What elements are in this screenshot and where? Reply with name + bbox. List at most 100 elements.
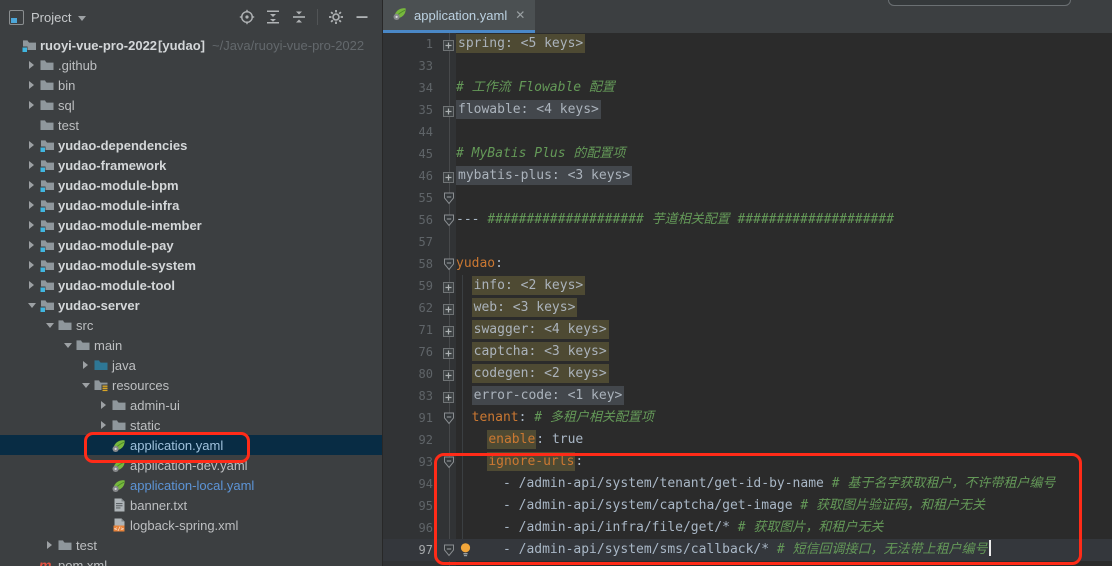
tab-application-yaml[interactable]: application.yaml ✕: [383, 0, 535, 33]
module-suffix: [yudao]: [158, 38, 205, 53]
close-icon[interactable]: ✕: [515, 8, 525, 22]
tree-row-logback-spring.xml[interactable]: </>logback-spring.xml: [0, 515, 382, 535]
tree-row-application-local.yaml[interactable]: application-local.yaml: [0, 475, 382, 495]
tree-row-yudao-module-pay[interactable]: yudao-module-pay: [0, 235, 382, 255]
code-line-34[interactable]: 34# 工作流 Flowable 配置: [383, 77, 1112, 99]
code-token: web: <3 keys>: [472, 298, 578, 317]
locate-icon[interactable]: [237, 7, 257, 27]
chevron-down-icon[interactable]: [78, 383, 93, 388]
code-line-91[interactable]: 91 tenant: # 多租户相关配置项: [383, 407, 1112, 429]
folder-icon: [39, 117, 57, 133]
tree-row-pom.xml[interactable]: mpom.xml: [0, 555, 382, 566]
tree-row-static[interactable]: static: [0, 415, 382, 435]
txt-icon: [111, 497, 129, 513]
code-line-33[interactable]: 33: [383, 55, 1112, 77]
code-token: captcha: <3 keys>: [472, 342, 609, 361]
text-caret: [989, 540, 991, 556]
code-editor[interactable]: 1spring: <5 keys>3334# 工作流 Flowable 配置35…: [383, 33, 1112, 566]
code-line-62[interactable]: 62 web: <3 keys>: [383, 297, 1112, 319]
tree-row-yudao-framework[interactable]: yudao-framework: [0, 155, 382, 175]
chevron-right-icon[interactable]: [24, 261, 39, 269]
tree-row-test[interactable]: test: [0, 115, 382, 135]
spring-file-icon: [392, 5, 408, 26]
tree-row-yudao-module-bpm[interactable]: yudao-module-bpm: [0, 175, 382, 195]
tree-row-src[interactable]: src: [0, 315, 382, 335]
collapse-all-icon[interactable]: [289, 7, 309, 27]
tree-row-ruoyi-vue-pro-2022[interactable]: ruoyi-vue-pro-2022 [yudao]~/Java/ruoyi-v…: [0, 35, 382, 55]
code-token: :: [536, 432, 552, 447]
code-line-57[interactable]: 57: [383, 231, 1112, 253]
tree-row-test[interactable]: test: [0, 535, 382, 555]
tree-row-resources[interactable]: resources: [0, 375, 382, 395]
expand-all-icon[interactable]: [263, 7, 283, 27]
hide-icon[interactable]: [352, 7, 372, 27]
tree-row-application.yaml[interactable]: application.yaml: [0, 435, 382, 455]
code-token: ---: [456, 212, 487, 227]
code-line-71[interactable]: 71 swagger: <4 keys>: [383, 319, 1112, 341]
tree-row-label: application.yaml: [130, 438, 223, 453]
chevron-right-icon[interactable]: [24, 141, 39, 149]
tree-row-label: sql: [58, 98, 75, 113]
code-line-35[interactable]: 35flowable: <4 keys>: [383, 99, 1112, 121]
tree-row-banner.txt[interactable]: banner.txt: [0, 495, 382, 515]
chevron-down-icon[interactable]: [24, 303, 39, 308]
code-line-83[interactable]: 83 error-code: <1 key>: [383, 385, 1112, 407]
code-line-76[interactable]: 76 captcha: <3 keys>: [383, 341, 1112, 363]
chevron-right-icon[interactable]: [24, 281, 39, 289]
tree-row-yudao-module-tool[interactable]: yudao-module-tool: [0, 275, 382, 295]
line-number: 95: [383, 495, 457, 517]
tree-row-admin-ui[interactable]: admin-ui: [0, 395, 382, 415]
chevron-right-icon[interactable]: [24, 241, 39, 249]
tree-row-yudao-dependencies[interactable]: yudao-dependencies: [0, 135, 382, 155]
code-line-58[interactable]: 58yudao:: [383, 253, 1112, 275]
tree-row-main[interactable]: main: [0, 335, 382, 355]
code-token: :: [495, 256, 503, 271]
code-token: ignore-urls: [487, 452, 575, 471]
code-line-80[interactable]: 80 codegen: <2 keys>: [383, 363, 1112, 385]
tree-row-java[interactable]: java: [0, 355, 382, 375]
chevron-right-icon[interactable]: [24, 61, 39, 69]
chevron-right-icon[interactable]: [24, 81, 39, 89]
chevron-right-icon[interactable]: [96, 421, 111, 429]
code-line-56[interactable]: 56--- #################### 芋道相关配置 ######…: [383, 209, 1112, 231]
chevron-right-icon[interactable]: [24, 221, 39, 229]
chevron-right-icon[interactable]: [78, 361, 93, 369]
code-line-55[interactable]: 55: [383, 187, 1112, 209]
code-line-92[interactable]: 92 enable: true: [383, 429, 1112, 451]
code-line-1[interactable]: 1spring: <5 keys>: [383, 33, 1112, 55]
code-line-97[interactable]: 97 - /admin-api/system/sms/callback/* # …: [383, 539, 1112, 561]
chevron-right-icon[interactable]: [96, 401, 111, 409]
folder-icon: [111, 397, 129, 413]
chevron-right-icon[interactable]: [24, 201, 39, 209]
tree-row-.github[interactable]: .github: [0, 55, 382, 75]
chevron-down-icon[interactable]: [60, 343, 75, 348]
code-line-94[interactable]: 94 - /admin-api/system/tenant/get-id-by-…: [383, 473, 1112, 495]
popup-remnant: [888, 0, 1071, 6]
chevron-right-icon[interactable]: [24, 161, 39, 169]
tree-row-bin[interactable]: bin: [0, 75, 382, 95]
chevron-right-icon[interactable]: [24, 101, 39, 109]
tree-row-yudao-module-member[interactable]: yudao-module-member: [0, 215, 382, 235]
code-line-45[interactable]: 45# MyBatis Plus 的配置项: [383, 143, 1112, 165]
settings-icon[interactable]: [326, 7, 346, 27]
code-line-text: yudao:: [456, 253, 503, 275]
chevron-right-icon[interactable]: [42, 541, 57, 549]
chevron-down-icon[interactable]: [42, 323, 57, 328]
tree-row-yudao-module-infra[interactable]: yudao-module-infra: [0, 195, 382, 215]
tree-row-yudao-module-system[interactable]: yudao-module-system: [0, 255, 382, 275]
chevron-right-icon[interactable]: [24, 181, 39, 189]
line-number: 44: [383, 121, 457, 143]
project-panel: Project ruoyi-vue-pro-2022 [yudao]~/Java…: [0, 0, 383, 566]
tree-row-application-dev.yaml[interactable]: application-dev.yaml: [0, 455, 382, 475]
code-line-44[interactable]: 44: [383, 121, 1112, 143]
module-folder-icon: [21, 37, 39, 53]
code-line-46[interactable]: 46mybatis-plus: <3 keys>: [383, 165, 1112, 187]
tree-row-yudao-server[interactable]: yudao-server: [0, 295, 382, 315]
chevron-down-icon[interactable]: [78, 16, 86, 21]
tree-row-sql[interactable]: sql: [0, 95, 382, 115]
code-line-59[interactable]: 59 info: <2 keys>: [383, 275, 1112, 297]
code-line-96[interactable]: 96 - /admin-api/infra/file/get/* # 获取图片，…: [383, 517, 1112, 539]
fold-region-icon[interactable]: [443, 543, 455, 565]
code-line-93[interactable]: 93 ignore-urls:: [383, 451, 1112, 473]
code-line-95[interactable]: 95 - /admin-api/system/captcha/get-image…: [383, 495, 1112, 517]
